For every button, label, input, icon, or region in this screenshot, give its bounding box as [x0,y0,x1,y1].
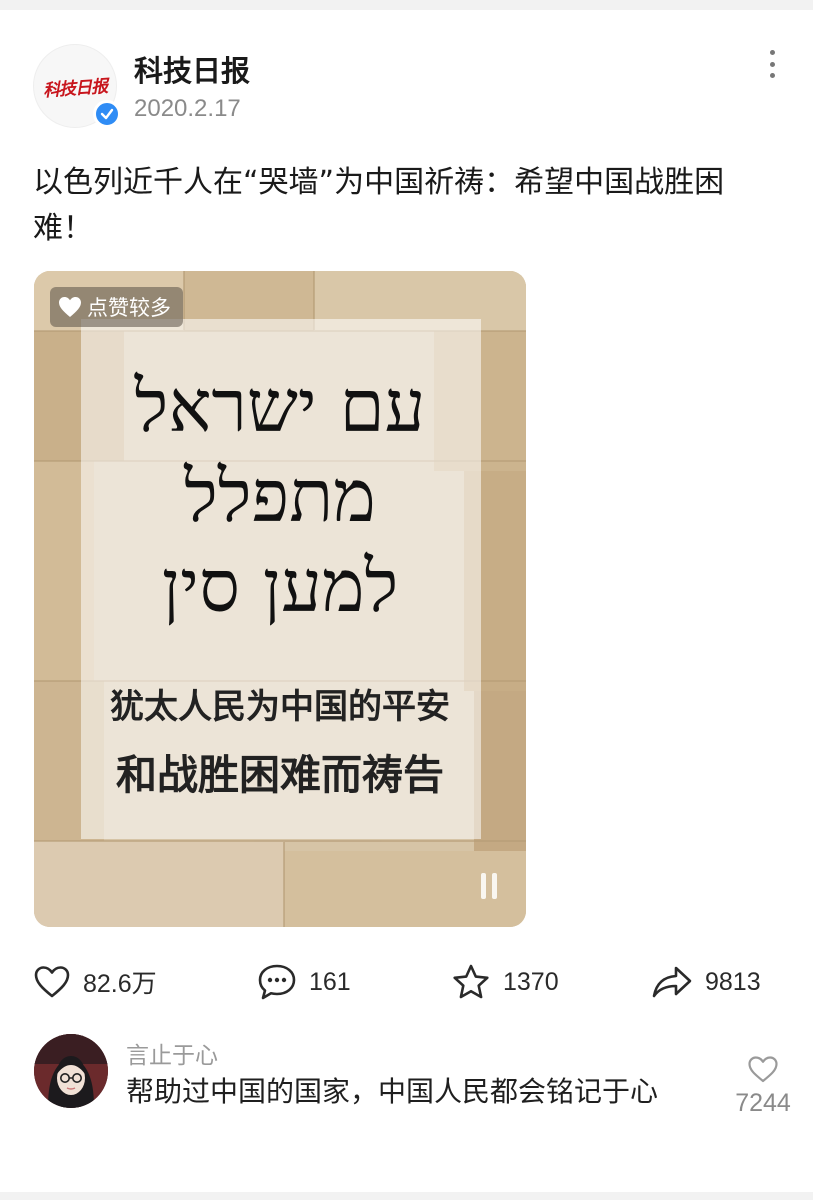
share-button[interactable]: 9813 [651,960,761,1004]
comment-count: 161 [309,967,351,996]
post-title[interactable]: 以色列近千人在“哭墙”为中国祈祷：希望中国战胜困难！ [33,160,773,252]
commenter-portrait [34,1034,108,1108]
top-divider [0,0,813,10]
share-count: 9813 [705,967,761,996]
comment-like-button[interactable]: 7244 [727,1055,799,1118]
hebrew-line-3: למען סין [161,544,399,628]
like-count: 82.6万 [83,970,157,998]
comment-icon [258,964,296,1000]
verified-badge [93,100,121,128]
avatar-logo: 科技日报 [42,76,108,101]
popular-badge: 点赞较多 [50,287,183,327]
heart-icon [34,966,70,998]
more-button[interactable] [758,46,786,82]
commenter-name[interactable]: 言止于心 [126,1036,218,1070]
heart-icon [748,1056,778,1083]
image-caption-line-1: 犹太人民为中国的平安 [110,687,450,727]
comment-text[interactable]: 帮助过中国的国家，中国人民都会铭记于心 [126,1072,706,1112]
favorite-count: 1370 [503,967,559,996]
like-button[interactable]: 82.6万 [33,960,157,1004]
post-date: 2020.2.17 [134,95,241,122]
bottom-divider [0,1192,813,1200]
comment-button[interactable]: 161 [257,960,351,1004]
more-icon [769,50,775,55]
check-icon [100,108,114,120]
pause-button[interactable] [474,869,504,903]
popular-badge-label: 点赞较多 [87,296,171,320]
image-caption-line-2: 和战胜困难而祷告 [116,751,444,799]
share-icon [652,966,692,998]
comment-like-count: 7244 [735,1089,791,1117]
favorite-button[interactable]: 1370 [451,960,559,1004]
pause-icon [481,873,486,899]
commenter-avatar[interactable] [34,1034,108,1108]
account-name[interactable]: 科技日报 [134,48,250,90]
hebrew-line-2: מתפלל [184,454,376,538]
star-icon [453,964,489,999]
heart-icon [59,297,81,317]
post-image[interactable]: עם ישראל מתפלל למען סין 犹太人民为中国的平安 和战胜困难… [34,271,526,927]
hebrew-line-1: עם ישראל [134,364,426,448]
